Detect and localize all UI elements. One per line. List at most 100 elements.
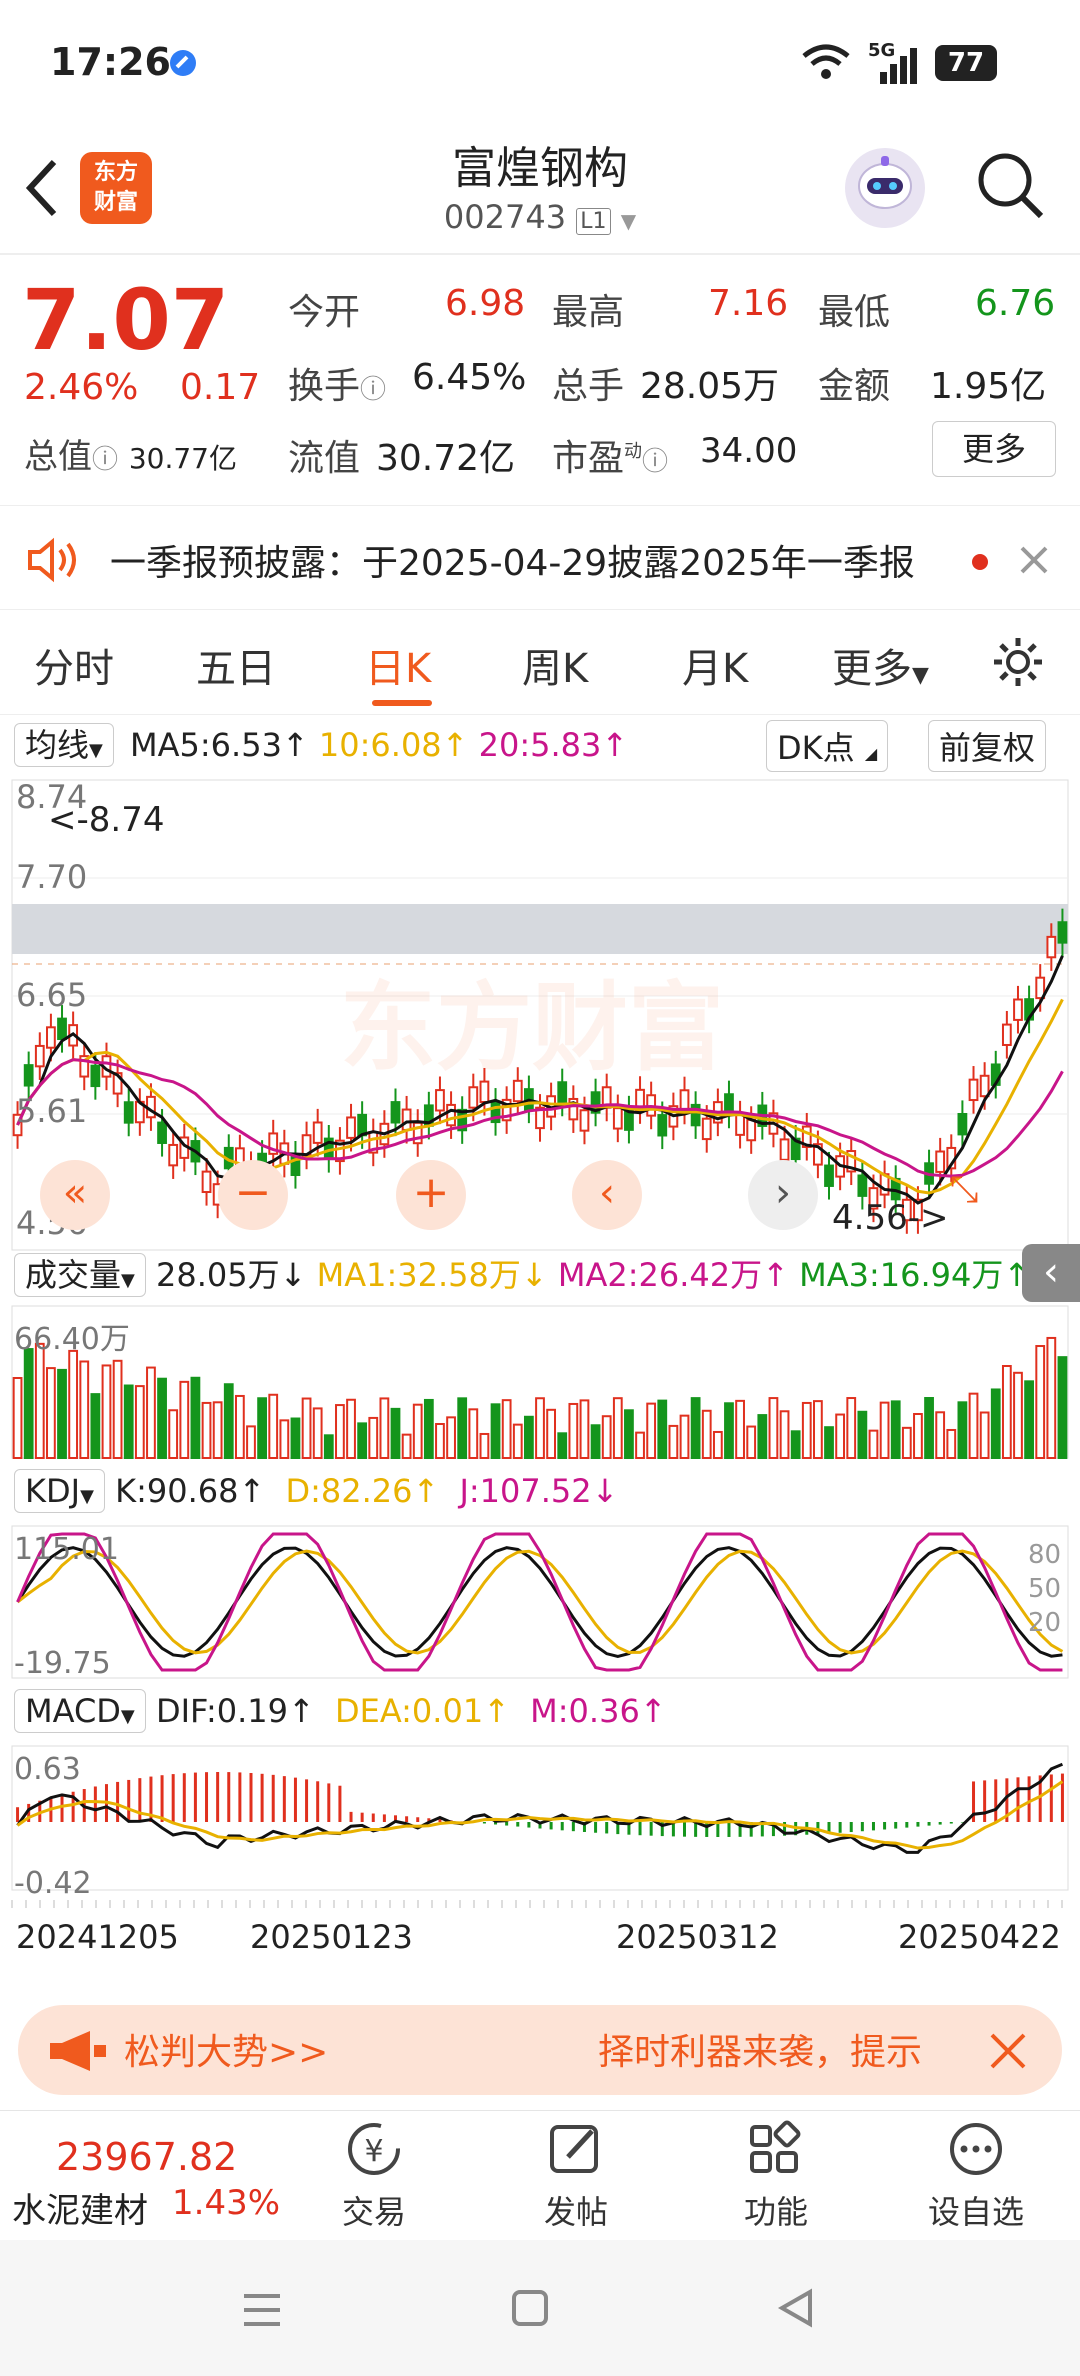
volume-bar xyxy=(946,1428,957,1459)
home-icon[interactable] xyxy=(510,2288,550,2328)
info-icon[interactable]: ⓘ xyxy=(642,447,668,477)
candle-body xyxy=(824,1164,834,1187)
volume-bar xyxy=(301,1397,312,1459)
volume-bar xyxy=(557,1432,568,1459)
settings-gear-icon[interactable] xyxy=(990,634,1046,690)
scroll-left-button[interactable]: ‹ xyxy=(572,1160,642,1230)
volume-bar xyxy=(201,1401,212,1459)
date-label: 20250312 xyxy=(616,1918,779,1956)
zoom-out-button[interactable]: − xyxy=(218,1160,288,1230)
candle-body xyxy=(779,1138,790,1161)
volume-bar xyxy=(535,1397,545,1460)
adjust-button[interactable]: 前复权 xyxy=(928,720,1047,772)
amount-label: 金额 xyxy=(818,366,891,407)
zoom-in-button[interactable]: + xyxy=(396,1160,466,1230)
volume-value: 28.05万↓ xyxy=(156,1256,307,1294)
kdj-select[interactable]: KDJ▼ xyxy=(14,1469,105,1513)
turnover-value: 6.45% xyxy=(412,357,527,398)
volume-bar xyxy=(112,1359,123,1459)
dropdown-triangle-icon: ▼ xyxy=(912,663,929,688)
promo-banner[interactable]: 松判大势>> 择时利器来袭，提示 xyxy=(18,2005,1062,2095)
tab-more[interactable]: 更多▼ xyxy=(832,636,929,694)
menu-icon[interactable] xyxy=(240,2290,284,2330)
volume-bar xyxy=(335,1404,345,1459)
volume-bar xyxy=(790,1430,801,1460)
more-button[interactable]: 更多 xyxy=(932,421,1056,477)
search-icon[interactable] xyxy=(975,150,1047,222)
volume-value: 28.05万 xyxy=(640,366,780,407)
volume-bar xyxy=(435,1423,445,1460)
volume-bar xyxy=(101,1364,112,1460)
scroll-right-button[interactable]: › xyxy=(748,1160,818,1230)
candle-body xyxy=(679,1089,690,1112)
kdj-level: 50 xyxy=(1028,1574,1062,1604)
resistance-band xyxy=(12,904,1068,954)
jump-start-button[interactable]: « xyxy=(40,1160,110,1230)
volume-bar xyxy=(79,1360,90,1460)
nav-trade[interactable]: ¥ 交易 xyxy=(274,2111,474,2241)
stock-code: 002743 xyxy=(443,198,567,236)
tab-daily-k[interactable]: 日K xyxy=(365,636,431,694)
volume-bar xyxy=(168,1409,179,1459)
dk-point-button[interactable]: DK点 ◢ xyxy=(766,720,889,772)
vol-ma1: MA1:32.58万↓ xyxy=(316,1256,548,1294)
volume-bar xyxy=(68,1349,79,1460)
status-time: 17:26 xyxy=(50,40,171,84)
volume-bar xyxy=(846,1397,857,1459)
volume-select[interactable]: 成交量▼ xyxy=(14,1253,146,1297)
close-icon[interactable] xyxy=(988,2031,1028,2071)
tab-monthly-k[interactable]: 月K xyxy=(682,636,748,694)
volume-legend-row: 成交量▼ 28.05万↓ MA1:32.58万↓ MA2:26.42万↑ MA3… xyxy=(14,1250,1030,1297)
tab-weekly-k[interactable]: 周K xyxy=(522,636,588,694)
volume-bar xyxy=(401,1433,412,1459)
back-arrow-icon[interactable] xyxy=(22,158,62,218)
notice-bar[interactable]: 一季报预披露：于2025-04-29披露2025年一季报 xyxy=(0,505,1080,610)
volume-bar xyxy=(179,1380,190,1460)
nav-add-watchlist[interactable]: 设自选 xyxy=(876,2111,1076,2241)
nav-functions[interactable]: 功能 xyxy=(676,2111,876,2241)
trade-icon: ¥ xyxy=(348,2123,400,2175)
system-nav-bar xyxy=(0,2240,1080,2376)
candle-body xyxy=(168,1143,179,1167)
volume-bar xyxy=(446,1416,456,1459)
volume-bar xyxy=(890,1400,901,1459)
nav-post[interactable]: 发帖 xyxy=(476,2111,676,2241)
volume-bar xyxy=(1035,1345,1046,1459)
macd-select[interactable]: MACD▼ xyxy=(14,1689,146,1733)
close-icon[interactable] xyxy=(1018,544,1050,576)
market-cap-value: 30.77亿 xyxy=(128,442,237,475)
dropdown-triangle-icon: ▼ xyxy=(620,209,637,233)
float-label: 流值 xyxy=(288,438,361,479)
stock-code-row[interactable]: 002743 L1 ▼ xyxy=(340,198,740,236)
volume-bar xyxy=(346,1398,356,1459)
fullscreen-icon[interactable]: ⤡ xyxy=(934,1160,994,1220)
kdj-level: 80 xyxy=(1028,1540,1062,1570)
ma-select[interactable]: 均线▼ xyxy=(14,723,114,767)
volume-bar xyxy=(412,1403,423,1460)
candle-body xyxy=(735,1113,745,1136)
kline-ylabel: 6.65 xyxy=(16,976,88,1014)
info-icon[interactable]: ⓘ xyxy=(360,375,386,405)
index-ticker[interactable]: 23967.82 水泥建材 1.43% xyxy=(0,2111,300,2241)
eastmoney-logo[interactable]: 东方 财富 xyxy=(80,152,152,224)
candle-body xyxy=(157,1121,167,1144)
volume-bar xyxy=(668,1424,679,1459)
robot-assistant-icon[interactable] xyxy=(845,148,925,228)
stock-name: 富煌钢构 xyxy=(452,143,628,194)
candle-body xyxy=(446,1103,456,1127)
back-icon[interactable] xyxy=(776,2288,816,2328)
ma5-value: MA5:6.53↑ xyxy=(130,726,309,764)
edit-icon xyxy=(550,2125,598,2173)
float-value: 30.72亿 xyxy=(376,438,516,479)
tab-five-day[interactable]: 五日 xyxy=(196,636,276,694)
kdj-level: 20 xyxy=(1028,1608,1062,1638)
volume-bar xyxy=(257,1397,267,1459)
volume-bar xyxy=(546,1408,557,1460)
volume-bar xyxy=(468,1408,479,1459)
collapse-panel-button[interactable]: ‹ xyxy=(1022,1244,1080,1302)
bottom-bar: 23967.82 水泥建材 1.43% ¥ 交易 发帖 功能 设自选 xyxy=(0,2110,1080,2240)
volume-bar xyxy=(523,1415,534,1459)
tab-intraday[interactable]: 分时 xyxy=(34,636,114,694)
info-icon[interactable]: ⓘ xyxy=(92,445,118,475)
stock-header: 东方 财富 富煌钢构 002743 L1 ▼ xyxy=(0,120,1080,255)
